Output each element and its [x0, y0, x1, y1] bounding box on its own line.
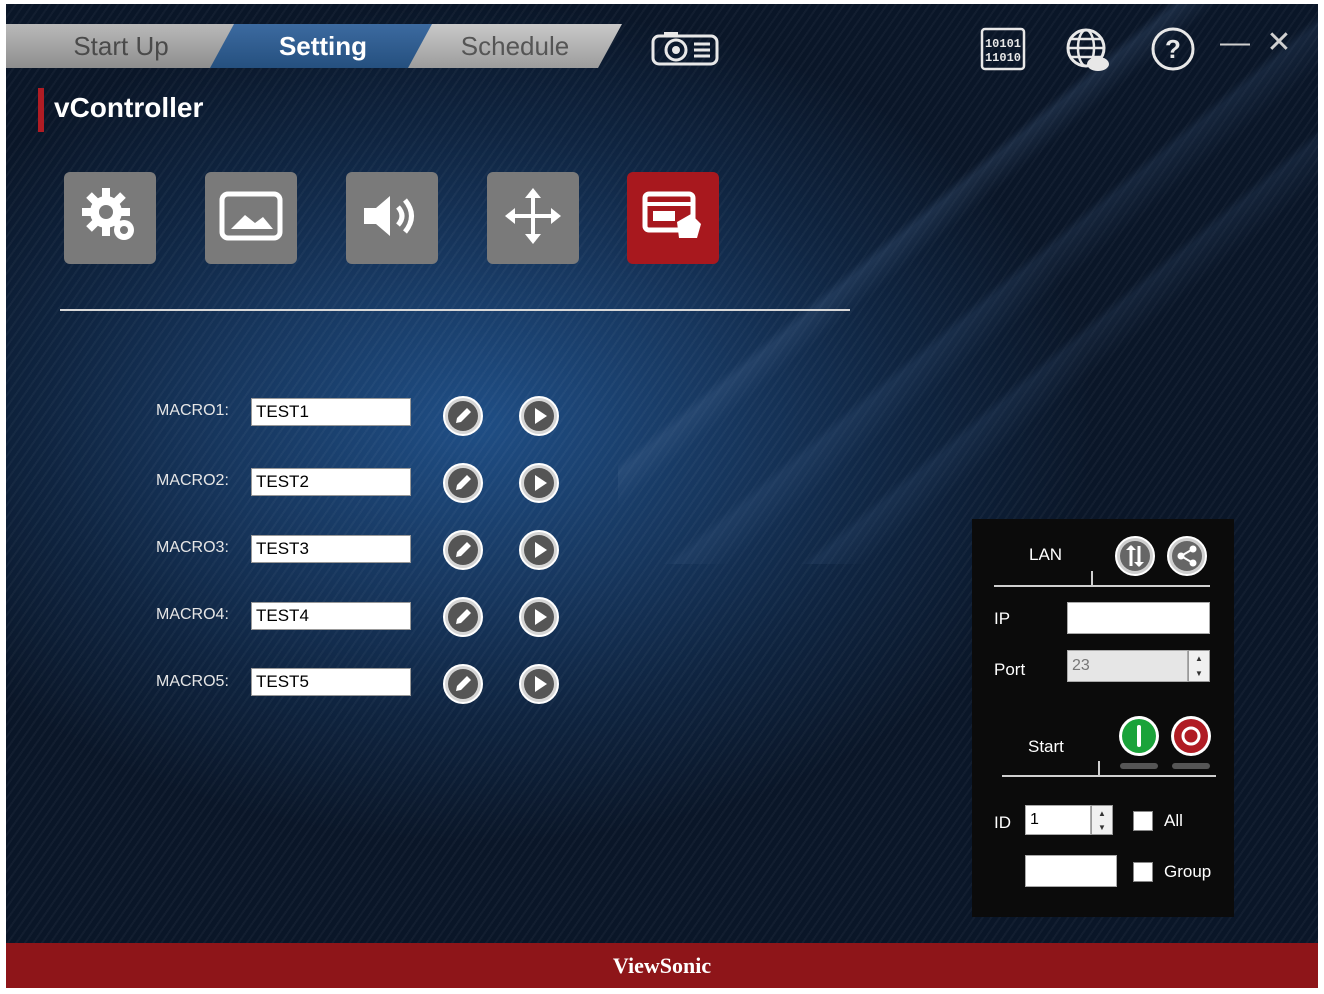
minimize-icon[interactable]: —: [1220, 28, 1250, 58]
macro4-label: MACRO4:: [156, 606, 229, 623]
macro2-input[interactable]: [251, 468, 411, 496]
connection-panel: LAN IP Port ▲ ▼ Start: [972, 519, 1234, 917]
port-field[interactable]: [1067, 650, 1188, 682]
picture-icon: [219, 191, 283, 246]
id-down-icon[interactable]: ▼: [1092, 820, 1112, 834]
title-accent: [38, 88, 44, 132]
port-label: Port: [994, 660, 1026, 679]
id-up-icon[interactable]: ▲: [1092, 806, 1112, 820]
main-tabs: Start Up Setting Schedule: [6, 24, 626, 68]
macro4-edit-button[interactable]: [442, 596, 484, 638]
macro1-input[interactable]: [251, 398, 411, 426]
macro2-edit-button[interactable]: [442, 462, 484, 504]
macro4-run-button[interactable]: [518, 596, 560, 638]
macro5-label: MACRO5:: [156, 673, 229, 690]
speaker-icon: [360, 191, 424, 246]
macro1-run-button[interactable]: [518, 395, 560, 437]
start-button[interactable]: [1118, 715, 1160, 757]
play-icon: [518, 530, 560, 575]
port-down-icon[interactable]: ▼: [1189, 666, 1209, 681]
macro5-edit-button[interactable]: [442, 663, 484, 705]
page-title: vController: [54, 92, 204, 123]
lan-share-button[interactable]: [1166, 535, 1208, 577]
svg-text:?: ?: [1165, 34, 1181, 64]
category-general-button[interactable]: [64, 172, 156, 264]
pencil-icon: [442, 597, 484, 642]
macro1-label: MACRO1:: [156, 402, 229, 419]
gear-icon: [78, 184, 142, 253]
ip-field[interactable]: [1067, 602, 1210, 634]
macro-window-icon: [641, 188, 705, 249]
tab-schedule[interactable]: Schedule: [408, 24, 622, 68]
macro5-input[interactable]: [251, 668, 411, 696]
section-divider: [60, 309, 850, 311]
power-on-icon: [1118, 716, 1160, 761]
category-macro-button[interactable]: [627, 172, 719, 264]
stop-indicator: [1172, 763, 1210, 769]
start-divider: [1002, 775, 1216, 777]
ip-label: IP: [994, 609, 1011, 628]
stop-button[interactable]: [1170, 715, 1212, 757]
background-stripes: [618, 4, 1318, 564]
id-field[interactable]: [1025, 805, 1091, 835]
id-label: ID: [994, 813, 1011, 832]
port-up-icon[interactable]: ▲: [1189, 651, 1209, 666]
lan-connect-button[interactable]: [1114, 535, 1156, 577]
pencil-icon: [442, 530, 484, 575]
svg-text:11010: 11010: [985, 51, 1021, 65]
group-field[interactable]: [1025, 855, 1117, 887]
all-label: All: [1164, 811, 1183, 830]
tab-start-up[interactable]: Start Up: [6, 24, 236, 68]
pencil-icon: [442, 463, 484, 508]
lan-tick: [1091, 571, 1093, 585]
start-tick: [1098, 761, 1100, 775]
close-icon[interactable]: ✕: [1264, 28, 1294, 58]
pencil-icon: [442, 396, 484, 441]
id-stepper[interactable]: ▲ ▼: [1091, 805, 1113, 835]
play-icon: [518, 396, 560, 441]
play-icon: [518, 597, 560, 642]
tab-setting[interactable]: Setting: [210, 24, 436, 68]
help-icon[interactable]: ?: [1150, 26, 1196, 72]
footer-bar: ViewSonic: [6, 943, 1318, 988]
lan-label: LAN: [1029, 545, 1063, 564]
port-stepper[interactable]: ▲ ▼: [1188, 650, 1210, 682]
macro3-run-button[interactable]: [518, 529, 560, 571]
macro2-label: MACRO2:: [156, 472, 229, 489]
globe-icon[interactable]: [1064, 26, 1110, 72]
macro2-run-button[interactable]: [518, 462, 560, 504]
group-label: Group: [1164, 862, 1212, 881]
macro1-edit-button[interactable]: [442, 395, 484, 437]
play-icon: [518, 664, 560, 709]
start-indicator: [1120, 763, 1158, 769]
macro3-label: MACRO3:: [156, 539, 229, 556]
group-checkbox[interactable]: [1133, 862, 1153, 882]
category-picture-button[interactable]: [205, 172, 297, 264]
transfer-icon: [1114, 536, 1156, 581]
app-window: Start Up Setting Schedule 10101 11010 ? …: [6, 4, 1318, 988]
macro4-input[interactable]: [251, 602, 411, 630]
start-label: Start: [1028, 737, 1064, 756]
lan-divider: [994, 585, 1210, 587]
brand-logo: ViewSonic: [612, 952, 712, 978]
macro5-run-button[interactable]: [518, 663, 560, 705]
macro3-edit-button[interactable]: [442, 529, 484, 571]
category-audio-button[interactable]: [346, 172, 438, 264]
svg-text:10101: 10101: [985, 37, 1021, 51]
pencil-icon: [442, 664, 484, 709]
binary-code-icon[interactable]: 10101 11010: [980, 26, 1026, 72]
all-checkbox[interactable]: [1133, 811, 1153, 831]
power-off-icon: [1170, 716, 1212, 761]
projector-icon[interactable]: [650, 30, 720, 70]
macro3-input[interactable]: [251, 535, 411, 563]
category-position-button[interactable]: [487, 172, 579, 264]
play-icon: [518, 463, 560, 508]
share-icon: [1166, 536, 1208, 581]
move-arrows-icon: [503, 186, 563, 251]
